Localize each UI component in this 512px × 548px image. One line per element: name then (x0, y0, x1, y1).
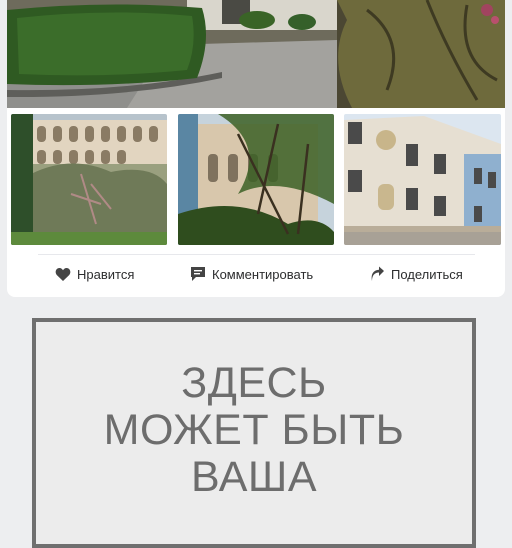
like-label: Нравится (77, 266, 135, 282)
share-button[interactable]: Поделиться (369, 257, 463, 291)
main-photo-image (7, 0, 505, 108)
thumbnail-2-image (178, 114, 334, 245)
thumbnail-1[interactable] (11, 114, 167, 245)
ad-line-3: ВАША (190, 453, 318, 501)
thumbnail-3-image (344, 114, 501, 245)
ad-line-1: ЗДЕСЬ (181, 359, 327, 407)
ad-placeholder-text: ЗДЕСЬ МОЖЕТ БЫТЬ ВАША (36, 360, 472, 501)
thumbnail-2[interactable] (178, 114, 334, 245)
photo-thumbnails (11, 114, 501, 245)
thumbnail-3[interactable] (344, 114, 501, 245)
ad-line-2: МОЖЕТ БЫТЬ (103, 406, 405, 454)
heart-icon (55, 266, 71, 282)
ad-placeholder-banner[interactable]: ЗДЕСЬ МОЖЕТ БЫТЬ ВАША (32, 318, 476, 548)
post-card: Нравится Комментировать Поделиться (7, 0, 505, 297)
actions-divider (38, 254, 475, 255)
main-photo[interactable] (7, 0, 505, 108)
share-label: Поделиться (391, 266, 463, 282)
comment-icon (190, 266, 206, 282)
share-icon (369, 266, 385, 282)
thumbnail-1-image (11, 114, 167, 245)
post-actions: Нравится Комментировать Поделиться (7, 257, 505, 291)
comment-button[interactable]: Комментировать (190, 257, 313, 291)
comment-label: Комментировать (212, 266, 314, 282)
like-button[interactable]: Нравится (55, 257, 134, 291)
